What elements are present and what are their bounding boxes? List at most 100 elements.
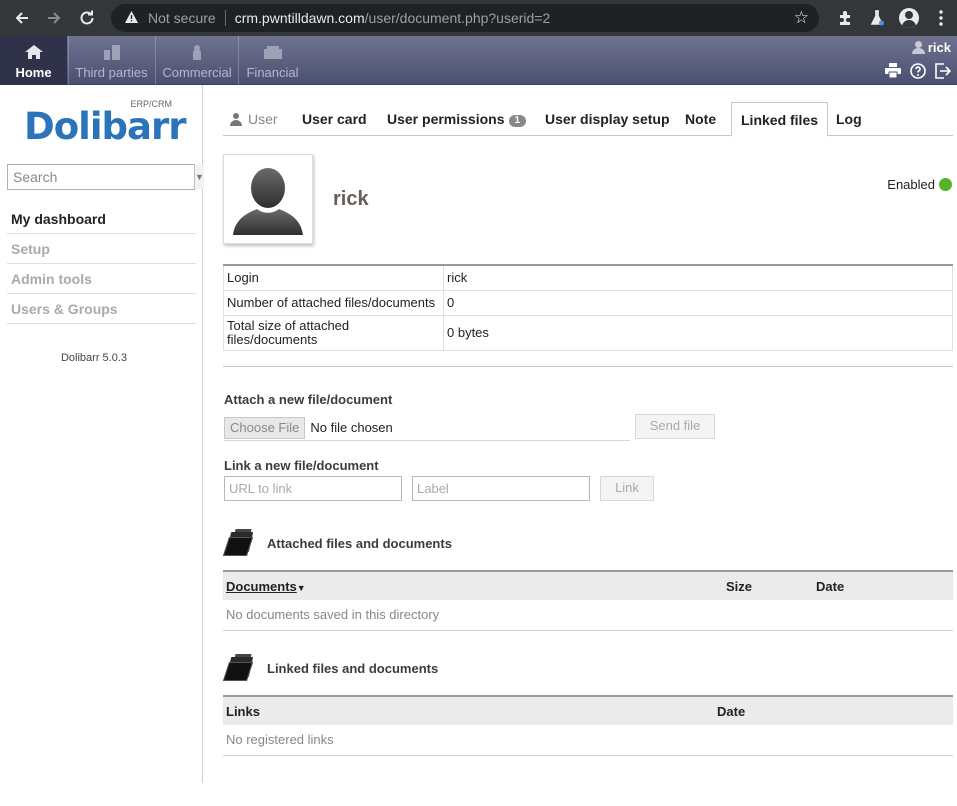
login-value: rick xyxy=(443,264,953,291)
top-menu: Home Third parties Commercial Financial … xyxy=(0,36,957,85)
url-to-link-input[interactable] xyxy=(224,476,402,501)
browser-menu-icon[interactable] xyxy=(925,0,957,36)
user-icon xyxy=(911,41,925,54)
linked-files-table: Links Date No registered links xyxy=(223,695,953,756)
topmenu-home[interactable]: Home xyxy=(0,36,67,85)
logged-user-name: rick xyxy=(927,40,951,55)
table-row: No registered links xyxy=(223,725,953,756)
link-button[interactable]: Link xyxy=(600,476,654,501)
topmenu-home-label: Home xyxy=(15,65,52,80)
no-file-chosen-label: No file chosen xyxy=(310,420,393,435)
user-icon xyxy=(230,112,242,126)
link-file-title: Link a new file/document xyxy=(224,458,379,473)
no-documents-message: No documents saved in this directory xyxy=(223,600,953,631)
table-row: Login rick xyxy=(223,264,953,291)
logo-subtitle: ERP/CRM xyxy=(130,99,172,109)
sort-down-icon[interactable]: ▼ xyxy=(297,583,306,593)
extensions-icon[interactable] xyxy=(829,0,861,36)
folder-icon xyxy=(222,654,255,682)
sidebar-item-users-groups[interactable]: Users & Groups xyxy=(7,294,196,324)
separator xyxy=(224,10,226,26)
url-path: /user/document.php?userid=2 xyxy=(364,10,551,26)
main-content: User User card User permissions 1 User di… xyxy=(204,85,957,806)
url-host: crm.pwntilldawn.com xyxy=(234,10,365,26)
sidebar-item-my-dashboard[interactable]: My dashboard xyxy=(7,204,196,234)
documents-column-header[interactable]: Documents▼ xyxy=(223,570,723,600)
building-icon xyxy=(102,44,122,60)
labs-flask-icon[interactable] xyxy=(861,0,893,36)
topmenu-financial-label: Financial xyxy=(246,65,299,80)
file-picker: Choose File No file chosen xyxy=(224,415,630,441)
print-icon[interactable] xyxy=(884,62,901,79)
address-bar[interactable]: Not secure crm.pwntilldawn.com/user/docu… xyxy=(111,4,819,32)
status-dot-icon xyxy=(939,178,952,191)
user-info-table: Login rick Number of attached files/docu… xyxy=(223,264,953,351)
tab-linked-files[interactable]: Linked files xyxy=(731,102,829,137)
help-icon[interactable] xyxy=(909,62,926,79)
total-size-value: 0 bytes xyxy=(443,314,953,351)
documents-sort-link[interactable]: Documents xyxy=(226,579,297,594)
login-label: Login xyxy=(223,264,444,291)
sidebar-item-setup[interactable]: Setup xyxy=(7,234,196,264)
topmenu-commercial[interactable]: Commercial xyxy=(156,36,238,85)
tab-user[interactable]: User xyxy=(223,102,287,136)
table-row: Number of attached files/documents 0 xyxy=(223,289,953,316)
choose-file-button[interactable]: Choose File xyxy=(224,416,306,439)
linked-date-column-header: Date xyxy=(714,695,953,725)
warning-icon xyxy=(123,10,139,27)
attached-files-table: Documents▼ Size Date No documents saved … xyxy=(223,570,953,631)
logout-icon[interactable] xyxy=(934,62,951,79)
topmenu-third-parties-label: Third parties xyxy=(75,65,148,80)
table-header: Documents▼ Size Date xyxy=(223,570,953,600)
tab-user-permissions-label: User permissions xyxy=(387,111,505,127)
profile-icon[interactable] xyxy=(893,0,925,36)
dolibarr-logo[interactable]: Dolibarr ERP/CRM xyxy=(24,99,186,147)
tab-user-permissions[interactable]: User permissions 1 xyxy=(378,102,535,136)
status-indicator: Enabled xyxy=(887,177,952,192)
links-column-header: Links xyxy=(223,695,714,725)
financial-icon xyxy=(263,44,283,60)
table-row: No documents saved in this directory xyxy=(223,600,953,631)
home-icon xyxy=(24,44,44,60)
search-input[interactable] xyxy=(8,165,194,189)
sidebar-item-admin-tools[interactable]: Admin tools xyxy=(7,264,196,294)
tab-note[interactable]: Note xyxy=(676,102,725,136)
tab-user-label: User xyxy=(248,111,278,127)
tab-user-display-setup[interactable]: User display setup xyxy=(536,102,679,136)
num-files-value: 0 xyxy=(443,289,953,316)
tab-user-card[interactable]: User card xyxy=(293,102,376,136)
chevron-down-icon[interactable]: ▼ xyxy=(194,165,204,189)
table-row: Total size of attached files/documents 0… xyxy=(223,314,953,351)
security-label: Not secure xyxy=(148,10,216,26)
tab-bar: User User card User permissions 1 User di… xyxy=(223,102,953,137)
linked-files-title: Linked files and documents xyxy=(267,660,439,676)
attach-file-title: Attach a new file/document xyxy=(224,392,393,407)
browser-toolbar: Not secure crm.pwntilldawn.com/user/docu… xyxy=(0,0,957,36)
forward-arrow-icon[interactable] xyxy=(38,0,70,36)
logo-text: Dolibarr xyxy=(24,105,186,148)
topmenu-third-parties[interactable]: Third parties xyxy=(69,36,154,85)
left-sidebar: Dolibarr ERP/CRM ▼ My dashboard Setup Ad… xyxy=(0,85,204,783)
num-files-label: Number of attached files/documents xyxy=(223,289,444,316)
reload-icon[interactable] xyxy=(71,0,103,36)
topmenu-commercial-label: Commercial xyxy=(162,65,232,80)
folder-icon xyxy=(222,529,255,557)
attached-files-title: Attached files and documents xyxy=(267,535,452,551)
topmenu-financial[interactable]: Financial xyxy=(239,36,306,85)
send-file-button[interactable]: Send file xyxy=(635,414,715,439)
total-size-label: Total size of attached files/documents xyxy=(223,314,444,351)
permissions-count-badge: 1 xyxy=(508,115,527,127)
bookmark-star-icon[interactable]: ☆ xyxy=(794,8,809,28)
version-label: Dolibarr 5.0.3 xyxy=(60,352,128,364)
tab-log[interactable]: Log xyxy=(827,102,871,136)
user-photo[interactable] xyxy=(223,154,313,244)
commercial-icon xyxy=(187,44,207,60)
link-label-input[interactable] xyxy=(412,476,590,501)
status-label: Enabled xyxy=(887,177,935,192)
logged-user[interactable]: rick xyxy=(911,40,951,55)
no-links-message: No registered links xyxy=(223,725,953,756)
back-arrow-icon[interactable] xyxy=(6,0,38,36)
table-header: Links Date xyxy=(223,695,953,725)
search-box: ▼ xyxy=(7,164,204,190)
date-column-header: Date xyxy=(813,570,953,600)
